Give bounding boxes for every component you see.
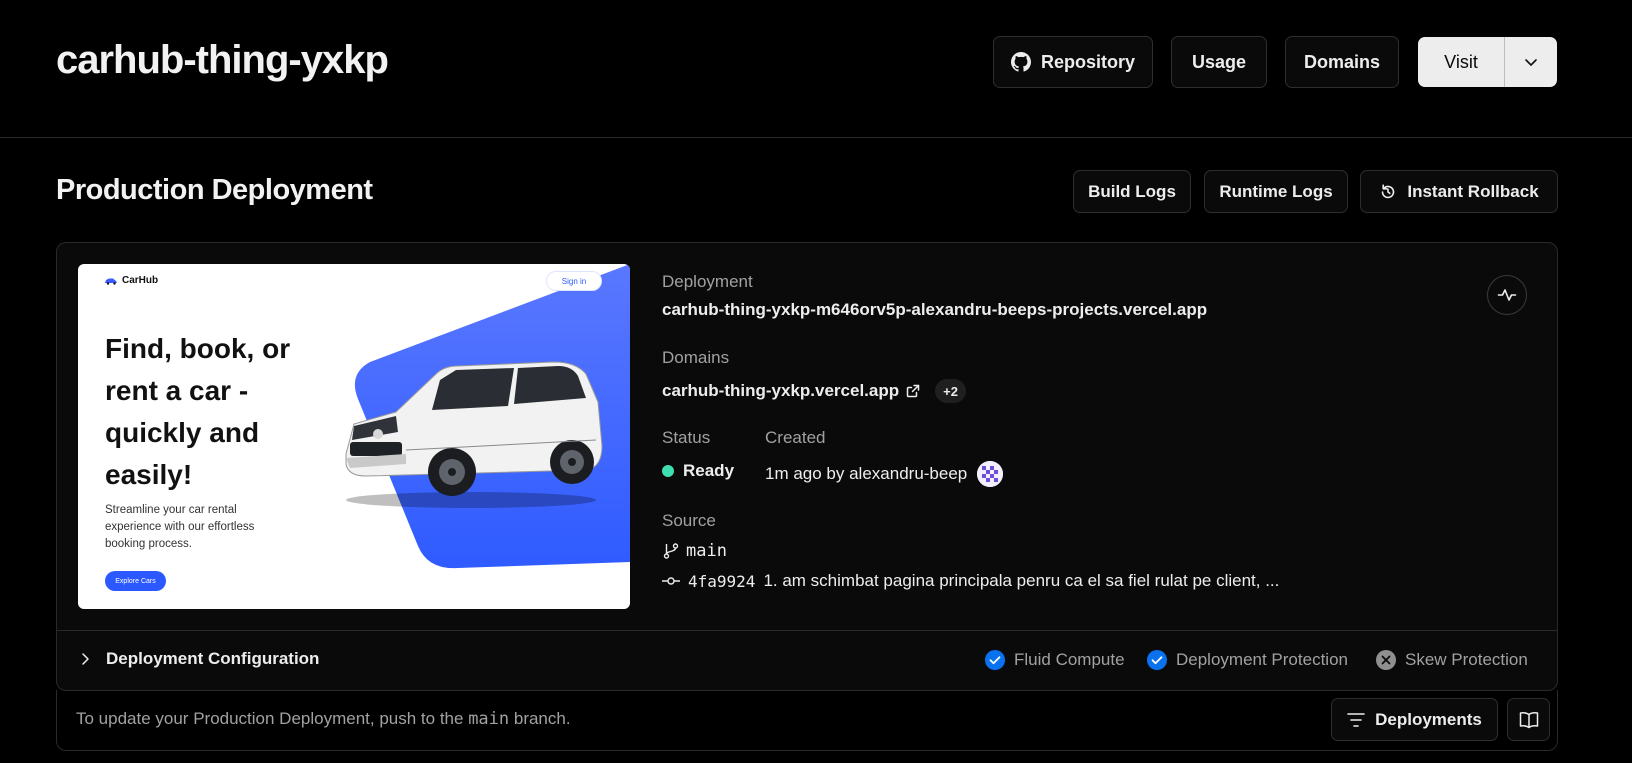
project-header: carhub-thing-yxkp Repository Usage Domai… — [0, 0, 1632, 138]
x-circle-icon — [1376, 650, 1396, 670]
created-label: Created — [765, 428, 826, 447]
feature-deployment-protection[interactable]: Deployment Protection — [1147, 650, 1348, 670]
car-logo-icon — [104, 277, 118, 285]
created-text: 1m ago by alexandru-beep — [765, 464, 968, 483]
preview-logo: CarHub — [104, 275, 158, 286]
visit-split-button: Visit — [1418, 37, 1557, 87]
repository-button[interactable]: Repository — [993, 36, 1153, 88]
deployment-configuration-row: Deployment Configuration Fluid Compute D… — [57, 630, 1557, 690]
chevron-down-icon — [1523, 54, 1539, 70]
filter-icon — [1347, 712, 1365, 728]
feature-label: Skew Protection — [1405, 650, 1528, 669]
build-logs-button[interactable]: Build Logs — [1073, 170, 1191, 213]
deployment-preview[interactable]: CarHub Sign in Find, book, or rent a car… — [78, 264, 630, 609]
rollback-icon — [1379, 183, 1397, 201]
footer-text-before: To update your Production Deployment, pu… — [76, 709, 469, 728]
git-commit-icon — [662, 574, 680, 588]
created-value: 1m ago by alexandru-beep — [765, 461, 1004, 487]
deployment-configuration-toggle[interactable]: Deployment Configuration — [78, 649, 319, 669]
avatar[interactable] — [977, 461, 1004, 487]
status-value: Ready — [662, 461, 734, 481]
activity-button[interactable] — [1487, 275, 1527, 315]
external-link-icon[interactable] — [906, 384, 920, 398]
deployments-button[interactable]: Deployments — [1331, 698, 1498, 741]
source-label: Source — [662, 511, 716, 530]
domain-row: carhub-thing-yxkp.vercel.app +2 — [662, 379, 966, 403]
deployment-card: CarHub Sign in Find, book, or rent a car… — [56, 242, 1558, 691]
docs-button[interactable] — [1507, 698, 1550, 741]
git-branch-icon — [662, 542, 680, 560]
deployment-label: Deployment — [662, 272, 753, 291]
car-image — [345, 361, 603, 508]
footer-text-after: branch. — [509, 709, 571, 728]
feature-label: Fluid Compute — [1014, 650, 1125, 669]
commit-message[interactable]: 1. am schimbat pagina principala penru c… — [763, 571, 1279, 591]
book-icon — [1519, 711, 1539, 729]
section-title: Production Deployment — [56, 174, 373, 206]
extra-domains-badge[interactable]: +2 — [935, 379, 966, 403]
activity-icon — [1497, 285, 1517, 305]
footer-branch: main — [468, 709, 510, 729]
feature-skew-protection[interactable]: Skew Protection — [1376, 650, 1528, 670]
domain-link[interactable]: carhub-thing-yxkp.vercel.app — [662, 381, 899, 401]
visit-button[interactable]: Visit — [1418, 37, 1505, 87]
preview-brand: CarHub — [122, 275, 159, 286]
feature-fluid-compute[interactable]: Fluid Compute — [985, 650, 1125, 670]
usage-button[interactable]: Usage — [1171, 36, 1267, 88]
commit-hash-link[interactable]: 4fa9924 — [688, 572, 755, 591]
preview-subtext: Streamline your car rental experience wi… — [105, 504, 255, 550]
deployments-label: Deployments — [1375, 709, 1482, 729]
branch-row: main — [662, 541, 727, 561]
footer-hint: To update your Production Deployment, pu… — [76, 709, 571, 729]
github-icon — [1010, 52, 1031, 72]
instant-rollback-label: Instant Rollback — [1407, 181, 1539, 201]
deployment-configuration-label: Deployment Configuration — [106, 649, 320, 668]
status-text: Ready — [683, 461, 735, 480]
visit-menu-button[interactable] — [1505, 37, 1557, 87]
status-label: Status — [662, 428, 711, 447]
check-circle-icon — [1147, 650, 1167, 670]
status-dot-icon — [662, 465, 674, 477]
deployment-footer: To update your Production Deployment, pu… — [56, 690, 1558, 751]
deployment-url-link[interactable]: carhub-thing-yxkp-m646orv5p-alexandru-be… — [662, 300, 1207, 320]
runtime-logs-button[interactable]: Runtime Logs — [1204, 170, 1348, 213]
preview-signin-button: Sign in — [546, 271, 602, 291]
domains-label: Domains — [662, 348, 730, 367]
branch-link[interactable]: main — [686, 541, 727, 561]
preview-headline: Find, book, or rent a car - quickly and … — [105, 333, 291, 490]
feature-label: Deployment Protection — [1176, 650, 1348, 669]
commit-row: 4fa9924 1. am schimbat pagina principala… — [662, 571, 1279, 591]
repository-label: Repository — [1040, 51, 1136, 72]
check-circle-icon — [985, 650, 1005, 670]
instant-rollback-button[interactable]: Instant Rollback — [1360, 170, 1558, 213]
project-title: carhub-thing-yxkp — [56, 38, 389, 82]
preview-explore-button: Explore Cars — [105, 571, 166, 591]
domains-button[interactable]: Domains — [1285, 36, 1399, 88]
chevron-right-icon — [78, 652, 92, 666]
